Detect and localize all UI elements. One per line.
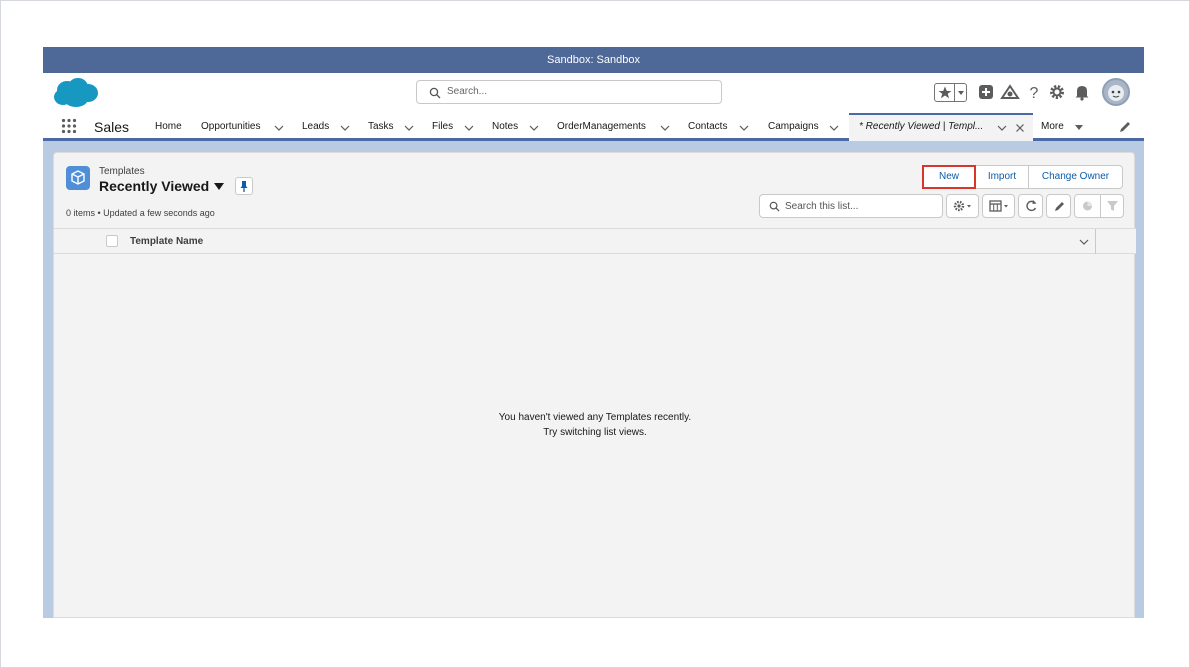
nav-item-ordermanagements[interactable]: OrderManagements [557, 113, 646, 141]
list-view-selector[interactable]: Recently Viewed [99, 178, 209, 194]
chevron-down-icon[interactable] [404, 124, 414, 132]
chevron-down-icon[interactable] [660, 124, 670, 132]
nav-item-tasks[interactable]: Tasks [368, 113, 394, 141]
edit-list-button[interactable] [1046, 194, 1071, 218]
app-navigation-bar: Sales Home Opportunities Leads Tasks Fil… [43, 113, 1144, 141]
table-icon [989, 200, 1008, 212]
pencil-icon [1055, 202, 1064, 211]
chevron-down-icon[interactable] [274, 124, 284, 132]
search-icon [769, 201, 780, 212]
favorites-button[interactable] [934, 83, 967, 102]
app-name: Sales [94, 119, 130, 135]
pin-list-view-button[interactable] [235, 177, 253, 195]
chevron-down-icon[interactable] [1079, 238, 1089, 246]
edit-nav-pencil-icon[interactable] [1118, 120, 1132, 134]
caret-down-icon[interactable] [1074, 124, 1084, 131]
display-as-table-button[interactable] [982, 194, 1015, 218]
list-search-placeholder: Search this list... [785, 201, 859, 212]
refresh-button[interactable] [1018, 194, 1043, 218]
active-tab-label: * Recently Viewed | Templ... [859, 121, 984, 132]
object-type-label: Templates [99, 166, 145, 177]
nav-item-home[interactable]: Home [155, 113, 182, 141]
empty-state-line-1: You haven't viewed any Templates recentl… [498, 412, 692, 423]
empty-state-line-2: Try switching list views. [543, 427, 647, 438]
sandbox-banner: Sandbox: Sandbox [43, 47, 1144, 73]
gear-icon [953, 200, 971, 212]
chart-icon[interactable] [1075, 195, 1100, 217]
column-divider [1095, 229, 1096, 254]
change-owner-button[interactable]: Change Owner [1029, 165, 1123, 189]
nav-item-leads[interactable]: Leads [302, 113, 329, 141]
filter-icon[interactable] [1100, 195, 1125, 217]
trailhead-icon[interactable] [1000, 82, 1020, 102]
bell-icon[interactable] [1072, 82, 1092, 102]
search-icon [429, 87, 441, 99]
list-status: 0 items • Updated a few seconds ago [66, 208, 215, 218]
refresh-icon [1026, 200, 1037, 212]
new-button[interactable]: New [922, 165, 976, 189]
table-header-row: Template Name [54, 228, 1136, 254]
svg-text:?: ? [1030, 85, 1039, 102]
chevron-down-icon[interactable] [340, 124, 350, 132]
list-view-controls-button[interactable] [946, 194, 979, 218]
nav-item-notes[interactable]: Notes [492, 113, 518, 141]
import-button[interactable]: Import [976, 165, 1029, 189]
select-all-checkbox[interactable] [106, 235, 118, 247]
tab-recently-viewed-templates[interactable]: * Recently Viewed | Templ... [849, 113, 1033, 141]
caret-down-icon[interactable] [214, 183, 224, 190]
pin-icon [240, 181, 248, 192]
star-icon[interactable] [935, 84, 955, 101]
gear-icon[interactable] [1047, 82, 1067, 102]
nav-item-more[interactable]: More [1041, 113, 1064, 141]
global-search-input[interactable]: Search... [416, 80, 722, 104]
list-search-input[interactable]: Search this list... [759, 194, 943, 218]
chevron-down-icon[interactable] [997, 124, 1007, 132]
list-action-buttons: New Import Change Owner [922, 165, 1123, 189]
chart-filter-button-group [1074, 194, 1124, 218]
nav-item-files[interactable]: Files [432, 113, 453, 141]
close-icon[interactable] [1015, 123, 1025, 133]
help-icon[interactable]: ? [1024, 82, 1044, 102]
chevron-down-icon[interactable] [464, 124, 474, 132]
column-header-template-name[interactable]: Template Name [130, 236, 203, 247]
chevron-down-icon[interactable] [829, 124, 839, 132]
list-view-card: Templates Recently Viewed 0 items • Upda… [53, 152, 1136, 618]
empty-state-message: You haven't viewed any Templates recentl… [54, 410, 1136, 440]
avatar[interactable] [1102, 78, 1130, 106]
favorites-dropdown-icon[interactable] [955, 84, 967, 101]
app-launcher-icon[interactable] [61, 118, 77, 134]
nav-item-contacts[interactable]: Contacts [688, 113, 727, 141]
nav-item-opportunities[interactable]: Opportunities [201, 113, 260, 141]
chevron-down-icon[interactable] [739, 124, 749, 132]
global-header: Search... ? [43, 73, 1144, 113]
plus-icon[interactable] [976, 82, 996, 102]
template-object-icon [66, 166, 90, 190]
salesforce-cloud-logo[interactable] [53, 77, 99, 109]
search-placeholder: Search... [447, 86, 488, 97]
chevron-down-icon[interactable] [529, 124, 539, 132]
salesforce-app: Sandbox: Sandbox Search... ? Sales Home … [43, 47, 1144, 618]
nav-item-campaigns[interactable]: Campaigns [768, 113, 819, 141]
